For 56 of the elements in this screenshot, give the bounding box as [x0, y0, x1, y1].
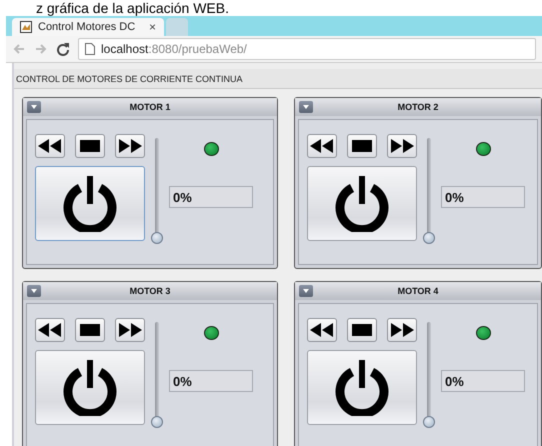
fast-forward-icon [390, 139, 414, 153]
panel-title: MOTOR 4 [396, 286, 440, 296]
stop-button[interactable] [75, 318, 105, 342]
rewind-button[interactable] [307, 318, 337, 342]
rewind-button[interactable] [35, 134, 65, 158]
panel-title: MOTOR 1 [128, 102, 172, 112]
caret-icon [303, 289, 309, 293]
power-button[interactable] [307, 350, 417, 425]
power-button[interactable] [307, 166, 417, 241]
rewind-icon [310, 323, 334, 337]
rewind-button[interactable] [307, 134, 337, 158]
caret-icon [31, 105, 37, 109]
fast-forward-button[interactable] [115, 318, 145, 342]
collapse-button[interactable] [299, 101, 313, 113]
rewind-icon [310, 139, 334, 153]
rewind-button[interactable] [35, 318, 65, 342]
power-icon [63, 360, 117, 416]
stop-icon [78, 323, 102, 337]
stop-icon [78, 139, 102, 153]
collapse-button[interactable] [27, 101, 41, 113]
collapse-button[interactable] [299, 285, 313, 297]
power-button[interactable] [35, 166, 145, 241]
power-icon [63, 176, 117, 232]
fast-forward-button[interactable] [115, 134, 145, 158]
fast-forward-button[interactable] [387, 318, 417, 342]
power-icon [335, 176, 389, 232]
panel-title: MOTOR 3 [128, 286, 172, 296]
speed-readout: 0% [169, 370, 253, 392]
rewind-icon [38, 323, 62, 337]
page-icon [85, 43, 95, 55]
stop-button[interactable] [347, 318, 377, 342]
stop-button[interactable] [75, 134, 105, 158]
browser-tab[interactable]: Control Motores DC × [12, 18, 164, 36]
speed-readout: 0% [169, 186, 253, 208]
close-icon[interactable]: × [148, 20, 156, 34]
collapse-button[interactable] [27, 285, 41, 297]
fast-forward-icon [390, 323, 414, 337]
fast-forward-icon [118, 139, 142, 153]
speed-readout: 0% [441, 370, 525, 392]
caret-icon [303, 105, 309, 109]
fast-forward-button[interactable] [387, 134, 417, 158]
stop-button[interactable] [347, 134, 377, 158]
page-header: CONTROL DE MOTORES DE CORRIENTE CONTINUA [14, 69, 542, 89]
caret-icon [31, 289, 37, 293]
stop-icon [350, 139, 374, 153]
power-icon [335, 360, 389, 416]
stop-icon [350, 323, 374, 337]
rewind-icon [38, 139, 62, 153]
speed-readout: 0% [441, 186, 525, 208]
power-button[interactable] [35, 350, 145, 425]
fast-forward-icon [118, 323, 142, 337]
caption-text: z gráfica de la aplicación WEB. [35, 0, 230, 16]
page-icon [20, 21, 32, 33]
reload-icon[interactable] [56, 42, 70, 56]
address-field[interactable]: localhost:8080/pruebaWeb/ [78, 38, 536, 60]
panel-title: MOTOR 2 [396, 102, 440, 112]
